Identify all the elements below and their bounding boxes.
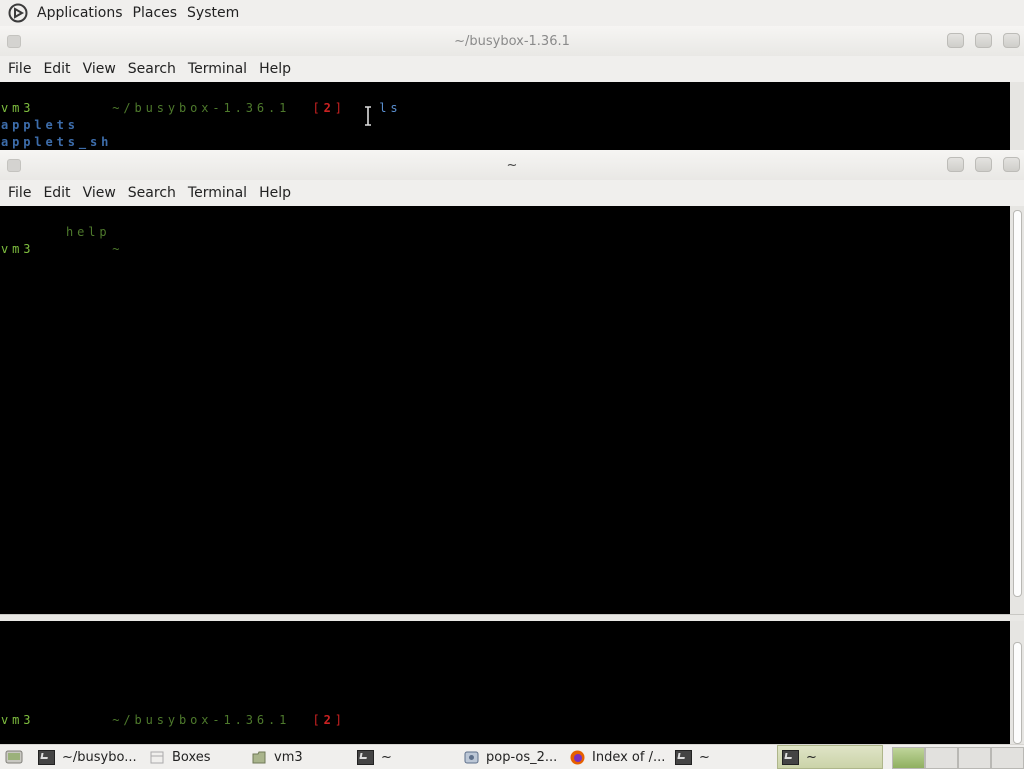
prompt-path: ~/busybox-1.36.1 <box>112 101 291 115</box>
ibeam-cursor-icon <box>365 106 371 126</box>
prompt-path: ~ <box>112 242 124 256</box>
prompt-host: vm3 <box>1 101 35 115</box>
menu-view[interactable]: View <box>79 185 120 201</box>
maximize-button[interactable] <box>975 33 992 48</box>
window-titlebar[interactable]: ~ <box>0 150 1024 180</box>
job-count: 2 <box>323 101 335 115</box>
scrollbar[interactable] <box>1010 206 1024 614</box>
scrollbar-thumb[interactable] <box>1013 210 1022 597</box>
badge-close: ] <box>334 101 346 115</box>
window-title: ~/busybox-1.36.1 <box>454 33 570 49</box>
scrollbar-thumb[interactable] <box>1013 642 1022 744</box>
prompt-host: vm3 <box>1 713 35 727</box>
taskbar-label: ~ <box>806 749 817 765</box>
prompt-path: ~/busybox-1.36.1 <box>112 713 291 727</box>
places-menu[interactable]: Places <box>128 5 183 21</box>
terminal-icon <box>675 749 692 765</box>
show-desktop-icon <box>5 750 23 764</box>
taskbar-item-vm3[interactable]: vm3 <box>252 746 352 768</box>
taskbar-item-terminal[interactable]: ~ <box>675 746 775 768</box>
window-title: ~ <box>506 157 518 173</box>
workspace-3[interactable] <box>958 747 991 769</box>
window-menu-icon[interactable] <box>7 35 21 48</box>
prompt-line: vm3 ~/busybox-1.36.1 [2] ls <box>1 101 402 115</box>
terminal-icon <box>357 749 374 765</box>
menu-file[interactable]: File <box>4 185 35 201</box>
boxes-icon <box>150 751 164 763</box>
terminal-icon <box>782 749 799 765</box>
taskbar-label: vm3 <box>274 749 303 765</box>
menu-file[interactable]: File <box>4 61 35 77</box>
workspace-1[interactable] <box>892 747 925 769</box>
minimize-button[interactable] <box>947 33 964 48</box>
firefox-icon <box>570 750 585 764</box>
menu-edit[interactable]: Edit <box>39 185 74 201</box>
menu-edit[interactable]: Edit <box>39 61 74 77</box>
taskbar-item-pop-os[interactable]: pop-os_2... <box>464 746 566 768</box>
taskbar-label: ~/busybo... <box>62 749 137 765</box>
menu-search[interactable]: Search <box>124 185 180 201</box>
menu-search[interactable]: Search <box>124 61 180 77</box>
terminal-menubar: File Edit View Search Terminal Help <box>0 56 1024 82</box>
prompt-host: vm3 <box>1 242 35 256</box>
menu-terminal[interactable]: Terminal <box>184 185 251 201</box>
window-bottom-border <box>0 614 1024 621</box>
taskbar-item-home-terminal[interactable]: ~ <box>357 746 459 768</box>
taskbar-item-boxes[interactable]: Boxes <box>150 746 250 768</box>
close-button[interactable] <box>1003 157 1020 172</box>
taskbar-label: Boxes <box>172 749 211 765</box>
top-panel: Applications Places System <box>0 0 1024 27</box>
close-button[interactable] <box>1003 33 1020 48</box>
menu-help[interactable]: Help <box>255 61 295 77</box>
badge-open: [ <box>312 713 324 727</box>
distro-logo-icon[interactable] <box>8 3 28 23</box>
terminal-menubar: File Edit View Search Terminal Help <box>0 180 1024 206</box>
output-line: help <box>66 225 111 239</box>
menu-help[interactable]: Help <box>255 185 295 201</box>
system-menu[interactable]: System <box>182 5 244 21</box>
terminal-icon <box>38 749 55 765</box>
listing-entry: applets_sh <box>1 135 113 149</box>
applications-menu[interactable]: Applications <box>32 5 128 21</box>
job-count: 2 <box>323 713 335 727</box>
badge-open: [ <box>312 101 324 115</box>
bottom-taskbar: ~/busybo... Boxes vm3 ~ pop-os_2... Inde… <box>0 744 1024 769</box>
folder-icon <box>252 751 266 763</box>
workspace-2[interactable] <box>925 747 958 769</box>
listing-entry: applets <box>1 118 79 132</box>
minimize-button[interactable] <box>947 157 964 172</box>
command-text: ls <box>379 101 402 115</box>
window-menu-icon[interactable] <box>7 159 21 172</box>
badge-close: ] <box>334 713 346 727</box>
maximize-button[interactable] <box>975 157 992 172</box>
taskbar-label: pop-os_2... <box>486 749 558 765</box>
terminal-window-home: ~ File Edit View Search Terminal Help he… <box>0 150 1024 621</box>
menu-view[interactable]: View <box>79 61 120 77</box>
taskbar-label: ~ <box>699 749 710 765</box>
taskbar-label: Index of /... <box>592 749 666 765</box>
window-titlebar[interactable]: ~/busybox-1.36.1 <box>0 26 1024 56</box>
prompt-line: vm3 ~/busybox-1.36.1 [2] <box>1 713 346 727</box>
workspace-4[interactable] <box>991 747 1024 769</box>
disk-icon <box>464 751 479 763</box>
terminal-output[interactable]: help vm3 ~ <box>0 206 1010 614</box>
taskbar-item-firefox[interactable]: Index of /... <box>570 746 670 768</box>
taskbar-item-active-terminal[interactable]: ~ <box>777 745 883 769</box>
taskbar-label: ~ <box>381 749 392 765</box>
menu-terminal[interactable]: Terminal <box>184 61 251 77</box>
prompt-line: vm3 ~ <box>1 242 123 256</box>
show-desktop-button[interactable] <box>0 746 28 768</box>
taskbar-item-busybox[interactable]: ~/busybo... <box>38 746 142 768</box>
